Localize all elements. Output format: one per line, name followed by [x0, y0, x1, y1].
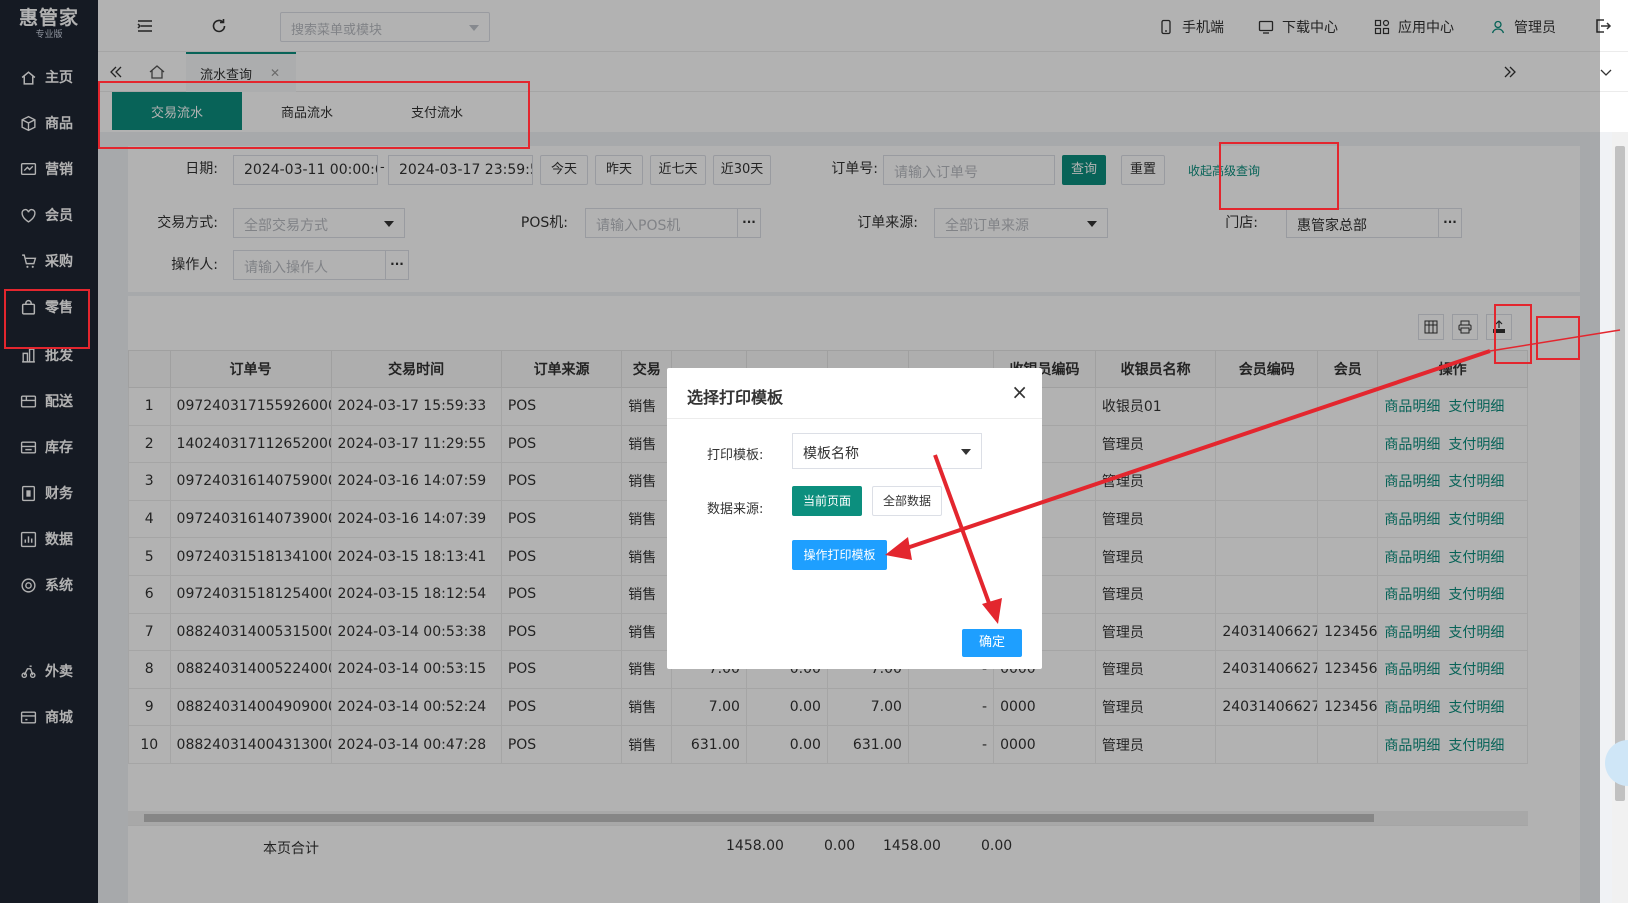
assistant-bubble[interactable]: [1605, 740, 1628, 786]
dialog-divider: [667, 418, 1042, 419]
close-icon[interactable]: ×: [1011, 380, 1028, 404]
chevron-down-icon: [961, 449, 971, 455]
all-data-button[interactable]: 全部数据: [872, 486, 942, 516]
vertical-scrollbar-thumb[interactable]: [1615, 146, 1625, 801]
template-select[interactable]: 模板名称: [792, 433, 982, 469]
current-page-button[interactable]: 当前页面: [792, 486, 862, 516]
operate-template-button[interactable]: 操作打印模板: [792, 540, 887, 570]
dialog-title: 选择打印模板: [687, 388, 784, 407]
data-source-label: 数据来源:: [707, 502, 764, 517]
template-value: 模板名称: [803, 446, 859, 462]
print-template-dialog: 选择打印模板 × 打印模板: 模板名称 数据来源: 当前页面 全部数据 操作打印…: [667, 368, 1042, 669]
vertical-scrollbar[interactable]: [1612, 132, 1628, 903]
tabs-menu-chevron-icon[interactable]: [1598, 64, 1614, 80]
confirm-button[interactable]: 确定: [962, 629, 1022, 657]
template-label: 打印模板:: [707, 448, 764, 463]
